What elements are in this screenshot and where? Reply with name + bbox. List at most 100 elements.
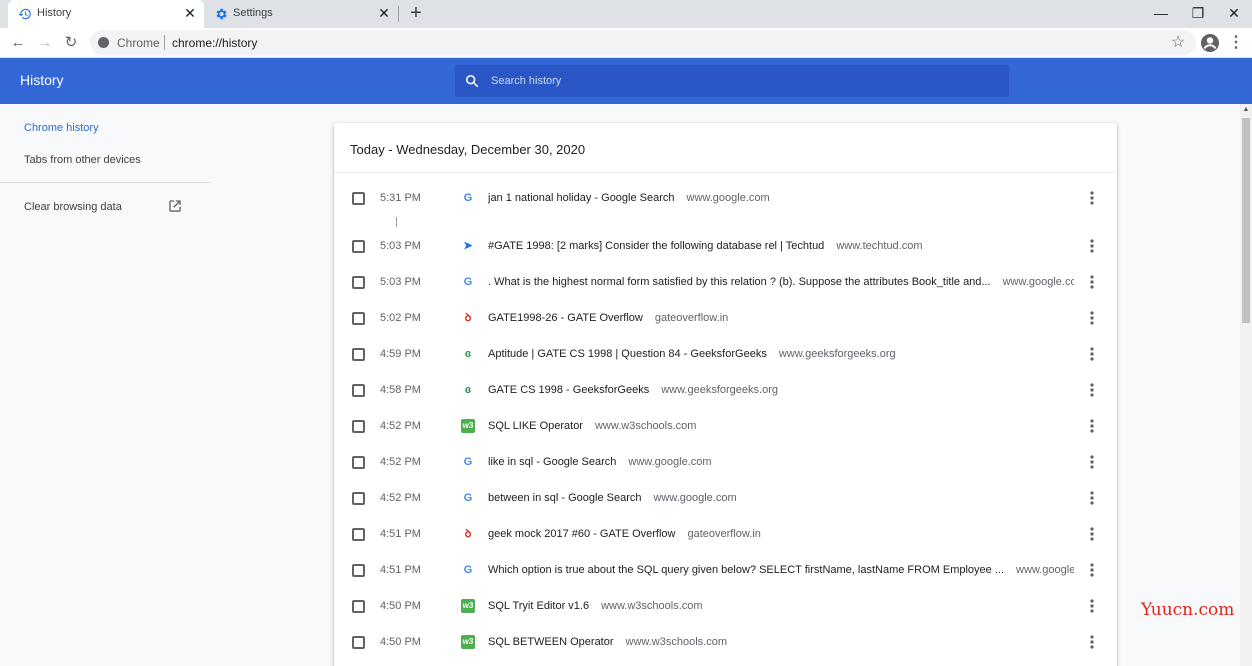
entry-link[interactable]: SQL Tryit Editor v1.6 www.w3schools.com: [488, 600, 1074, 612]
history-row[interactable]: 4:52 PM w3 SQL LIKE Operator www.w3schools.…: [334, 408, 1117, 444]
entry-title[interactable]: like in sql - Google Search: [488, 456, 616, 468]
sidebar-item-tabs-other-devices[interactable]: Tabs from other devices: [24, 154, 141, 166]
tab-history[interactable]: History ✕: [8, 0, 204, 28]
search-box[interactable]: [455, 65, 1009, 97]
chrome-menu-button[interactable]: ⋮: [1228, 33, 1244, 53]
tab-close-icon[interactable]: ✕: [376, 5, 392, 21]
scroll-up-arrow-icon[interactable]: ▲: [1242, 106, 1250, 114]
history-row[interactable]: 4:50 PM w3 SQL BETWEEN Operator www.w3schoo…: [334, 624, 1117, 660]
forward-button[interactable]: →: [35, 33, 55, 53]
entry-link[interactable]: SQL BETWEEN Operator www.w3schools.com: [488, 636, 1074, 648]
clear-browsing-data-link[interactable]: Clear browsing data: [24, 201, 122, 213]
window-close-button[interactable]: ✕: [1222, 3, 1246, 23]
entry-link[interactable]: . What is the highest normal form satisf…: [488, 276, 1074, 288]
entry-link[interactable]: #GATE 1998: [2 marks] Consider the follo…: [488, 240, 1074, 252]
visit-time: 4:58 PM: [380, 384, 421, 396]
more-actions-icon[interactable]: [1085, 631, 1099, 653]
new-tab-button[interactable]: +: [405, 3, 427, 25]
entry-title[interactable]: between in sql - Google Search: [488, 492, 641, 504]
tab-settings[interactable]: Settings ✕: [204, 0, 398, 28]
history-row[interactable]: 4:52 PM Glike in sql - Google Search www.g…: [334, 444, 1117, 480]
entry-title[interactable]: jan 1 national holiday - Google Search: [488, 192, 675, 204]
w3schools-icon: w3: [461, 419, 475, 433]
sidebar-item-chrome-history[interactable]: Chrome history: [24, 122, 99, 134]
row-checkbox[interactable]: [352, 384, 365, 397]
entry-title[interactable]: GATE CS 1998 - GeeksforGeeks: [488, 384, 649, 396]
entry-title[interactable]: GATE1998-26 - GATE Overflow: [488, 312, 643, 324]
more-actions-icon[interactable]: [1085, 307, 1099, 329]
more-actions-icon[interactable]: [1085, 415, 1099, 437]
row-checkbox[interactable]: [352, 420, 365, 433]
history-row[interactable]: 5:31 PM Gjan 1 national holiday - Google …: [334, 180, 1117, 216]
more-actions-icon[interactable]: [1085, 523, 1099, 545]
more-actions-icon[interactable]: [1085, 187, 1099, 209]
url-text[interactable]: chrome://history: [172, 36, 257, 50]
visit-time: 5:31 PM: [380, 192, 421, 204]
row-checkbox[interactable]: [352, 636, 365, 649]
history-row[interactable]: 5:03 PM ➤ #GATE 1998: [2 marks] Consider t…: [334, 228, 1117, 264]
bookmark-star-icon[interactable]: ☆: [1168, 33, 1188, 53]
entry-title[interactable]: SQL Tryit Editor v1.6: [488, 600, 589, 612]
entry-title[interactable]: . What is the highest normal form satisf…: [488, 276, 991, 288]
visit-time: 4:52 PM: [380, 420, 421, 432]
row-checkbox[interactable]: [352, 276, 365, 289]
entry-link[interactable]: like in sql - Google Search www.google.co…: [488, 456, 1074, 468]
history-row[interactable]: 5:03 PM G . What is the highest normal for…: [334, 264, 1117, 300]
address-bar[interactable]: Chrome chrome://history: [90, 30, 1196, 55]
tab-close-icon[interactable]: ✕: [182, 5, 198, 21]
history-row[interactable]: 4:52 PM Gbetween in sql - Google Search ww…: [334, 480, 1117, 516]
reload-button[interactable]: ↻: [61, 33, 81, 53]
entry-link[interactable]: GATE CS 1998 - GeeksforGeeks www.geeksfor…: [488, 384, 1074, 396]
row-checkbox[interactable]: [352, 456, 365, 469]
row-checkbox[interactable]: [352, 564, 365, 577]
more-actions-icon[interactable]: [1085, 487, 1099, 509]
entry-title[interactable]: geek mock 2017 #60 - GATE Overflow: [488, 528, 676, 540]
row-checkbox[interactable]: [352, 240, 365, 253]
history-row[interactable]: 4:51 PM ꝺ geek mock 2017 #60 - GATE Overfl…: [334, 516, 1117, 552]
entry-title[interactable]: SQL LIKE Operator: [488, 420, 583, 432]
history-row[interactable]: 4:58 PM ɞ GATE CS 1998 - GeeksforGeeks www.…: [334, 372, 1117, 408]
entry-link[interactable]: SQL LIKE Operator www.w3schools.com: [488, 420, 1074, 432]
profile-avatar-icon[interactable]: [1200, 33, 1220, 53]
entry-link[interactable]: between in sql - Google Search www.google…: [488, 492, 1074, 504]
row-checkbox[interactable]: [352, 192, 365, 205]
maximize-button[interactable]: ❐: [1186, 3, 1210, 23]
entry-domain: www.w3schools.com: [594, 420, 697, 432]
entry-title[interactable]: SQL BETWEEN Operator: [488, 636, 614, 648]
entry-link[interactable]: geek mock 2017 #60 - GATE Overflow gateov…: [488, 528, 1074, 540]
history-row[interactable]: 4:59 PM ɞ Aptitude | GATE CS 1998 | Questi…: [334, 336, 1117, 372]
search-input[interactable]: [491, 71, 991, 91]
more-actions-icon[interactable]: [1085, 271, 1099, 293]
entry-title[interactable]: #GATE 1998: [2 marks] Consider the follo…: [488, 240, 824, 252]
entry-title[interactable]: Aptitude | GATE CS 1998 | Question 84 - …: [488, 348, 767, 360]
entry-link[interactable]: Which option is true about the SQL query…: [488, 564, 1074, 576]
open-external-icon[interactable]: [168, 199, 182, 213]
sidebar-divider: [0, 182, 210, 183]
history-row[interactable]: 4:51 PM G Which option is true about the S…: [334, 552, 1117, 588]
tab-title: History: [37, 7, 72, 19]
row-checkbox[interactable]: [352, 600, 365, 613]
scrollbar-thumb[interactable]: [1242, 118, 1250, 323]
history-row[interactable]: 5:02 PM ꝺ GATE1998-26 - GATE Overflow gateo…: [334, 300, 1117, 336]
row-checkbox[interactable]: [352, 528, 365, 541]
row-checkbox[interactable]: [352, 348, 365, 361]
minimize-button[interactable]: —: [1149, 3, 1173, 23]
row-checkbox[interactable]: [352, 312, 365, 325]
entry-title[interactable]: Which option is true about the SQL query…: [488, 564, 1004, 576]
entry-link[interactable]: jan 1 national holiday - Google Search ww…: [488, 192, 1074, 204]
more-actions-icon[interactable]: [1085, 343, 1099, 365]
google-g-icon: G: [463, 276, 473, 288]
more-actions-icon[interactable]: [1085, 595, 1099, 617]
visit-time: 4:51 PM: [380, 528, 421, 540]
entry-link[interactable]: Aptitude | GATE CS 1998 | Question 84 - …: [488, 348, 1074, 360]
history-row[interactable]: 4:50 PM w3 SQL Tryit Editor v1.6 www.w3scho…: [334, 588, 1117, 624]
geeksforgeeks-icon: ɞ: [464, 384, 472, 396]
back-button[interactable]: ←: [8, 33, 28, 53]
more-actions-icon[interactable]: [1085, 235, 1099, 257]
more-actions-icon[interactable]: [1085, 451, 1099, 473]
more-actions-icon[interactable]: [1085, 379, 1099, 401]
row-checkbox[interactable]: [352, 492, 365, 505]
history-card: Today - Wednesday, December 30, 2020 5:3…: [334, 123, 1117, 666]
entry-link[interactable]: GATE1998-26 - GATE Overflow gateoverflow.…: [488, 312, 1074, 324]
more-actions-icon[interactable]: [1085, 559, 1099, 581]
